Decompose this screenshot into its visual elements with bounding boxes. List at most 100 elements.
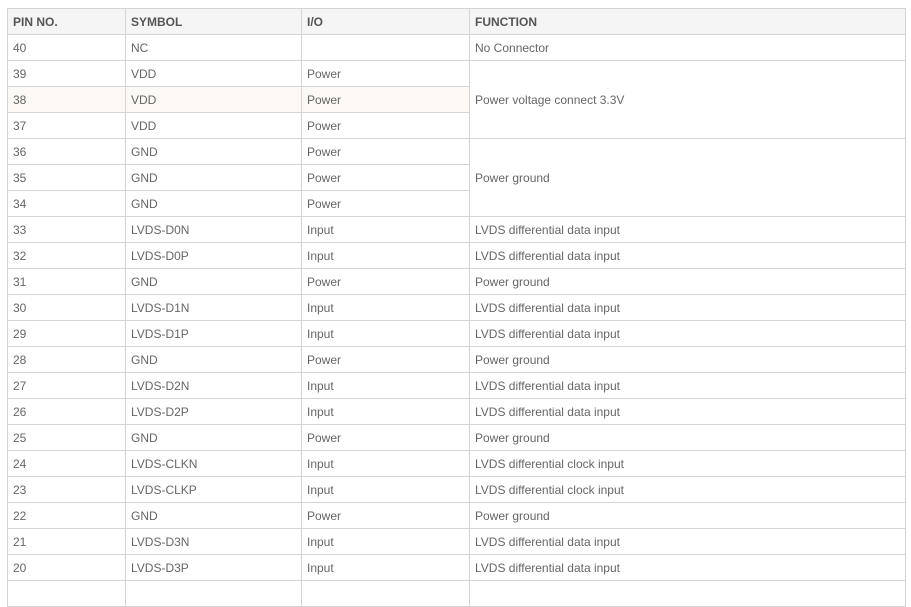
table-header-row: PIN NO. SYMBOL I/O FUNCTION <box>7 8 906 35</box>
function-cell: LVDS differential data input <box>469 216 906 243</box>
io-cell: Power <box>301 424 470 451</box>
pin-cell: 26 <box>7 398 126 425</box>
pin-table-container: PIN NO. SYMBOL I/O FUNCTION 40 NC No Con… <box>7 8 906 607</box>
pin-definition-table: PIN NO. SYMBOL I/O FUNCTION 40 NC No Con… <box>7 8 906 607</box>
symbol-cell: GND <box>125 268 302 295</box>
pin-cell: 21 <box>7 528 126 555</box>
io-cell: Power <box>301 346 470 373</box>
pin-cell: 38 <box>7 86 126 113</box>
symbol-cell: LVDS-D2N <box>125 372 302 399</box>
function-cell <box>469 580 906 607</box>
table-row-partial <box>7 580 906 607</box>
pin-cell: 30 <box>7 294 126 321</box>
table-row: 29 LVDS-D1P Input LVDS differential data… <box>7 320 906 347</box>
function-cell: Power ground <box>469 502 906 529</box>
function-cell: LVDS differential data input <box>469 294 906 321</box>
symbol-cell: VDD <box>125 86 302 113</box>
table-row: 20 LVDS-D3P Input LVDS differential data… <box>7 554 906 581</box>
function-cell: Power ground <box>469 346 906 373</box>
pin-cell: 40 <box>7 34 126 61</box>
function-cell: Power ground <box>469 268 906 295</box>
table-row: 23 LVDS-CLKP Input LVDS differential clo… <box>7 476 906 503</box>
table-row: 26 LVDS-D2P Input LVDS differential data… <box>7 398 906 425</box>
symbol-cell: LVDS-D1N <box>125 294 302 321</box>
io-cell <box>301 34 470 61</box>
table-row: 22 GND Power Power ground <box>7 502 906 529</box>
table-row: 27 LVDS-D2N Input LVDS differential data… <box>7 372 906 399</box>
io-cell: Power <box>301 86 470 113</box>
io-cell <box>301 580 470 607</box>
symbol-cell: GND <box>125 424 302 451</box>
io-cell: Power <box>301 502 470 529</box>
io-cell: Power <box>301 112 470 139</box>
symbol-cell: VDD <box>125 112 302 139</box>
pin-cell: 23 <box>7 476 126 503</box>
function-cell: Power ground <box>469 138 906 217</box>
symbol-cell: VDD <box>125 60 302 87</box>
io-cell: Power <box>301 190 470 217</box>
pin-cell: 34 <box>7 190 126 217</box>
pin-cell: 28 <box>7 346 126 373</box>
symbol-cell: LVDS-CLKN <box>125 450 302 477</box>
pin-cell: 36 <box>7 138 126 165</box>
table-row: 25 GND Power Power ground <box>7 424 906 451</box>
table-body: 40 NC No Connector 39 VDD Power Power vo… <box>7 34 906 607</box>
pin-cell: 39 <box>7 60 126 87</box>
symbol-cell: GND <box>125 502 302 529</box>
io-cell: Input <box>301 320 470 347</box>
function-cell: Power voltage connect 3.3V <box>469 60 906 139</box>
pin-cell: 32 <box>7 242 126 269</box>
io-cell: Input <box>301 216 470 243</box>
header-symbol: SYMBOL <box>125 8 302 35</box>
symbol-cell: GND <box>125 346 302 373</box>
function-cell: No Connector <box>469 34 906 61</box>
table-row: 39 VDD Power Power voltage connect 3.3V <box>7 60 906 139</box>
io-cell: Input <box>301 398 470 425</box>
function-cell: LVDS differential data input <box>469 372 906 399</box>
io-cell: Input <box>301 294 470 321</box>
io-cell: Input <box>301 528 470 555</box>
io-cell: Input <box>301 450 470 477</box>
io-cell: Power <box>301 60 470 87</box>
symbol-cell: LVDS-D0N <box>125 216 302 243</box>
function-cell: LVDS differential clock input <box>469 450 906 477</box>
pin-cell: 25 <box>7 424 126 451</box>
pin-cell: 31 <box>7 268 126 295</box>
io-cell: Power <box>301 138 470 165</box>
io-cell: Input <box>301 242 470 269</box>
function-cell: LVDS differential data input <box>469 320 906 347</box>
header-pin-no: PIN NO. <box>7 8 126 35</box>
symbol-cell: GND <box>125 164 302 191</box>
header-io: I/O <box>301 8 470 35</box>
symbol-cell: GND <box>125 190 302 217</box>
pin-cell: 22 <box>7 502 126 529</box>
io-cell: Input <box>301 372 470 399</box>
symbol-cell: LVDS-D3P <box>125 554 302 581</box>
pin-cell: 33 <box>7 216 126 243</box>
io-cell: Input <box>301 476 470 503</box>
io-cell: Power <box>301 164 470 191</box>
symbol-cell: GND <box>125 138 302 165</box>
function-cell: Power ground <box>469 424 906 451</box>
symbol-cell <box>125 580 302 607</box>
symbol-cell: LVDS-CLKP <box>125 476 302 503</box>
pin-cell: 35 <box>7 164 126 191</box>
pin-cell: 27 <box>7 372 126 399</box>
pin-cell: 29 <box>7 320 126 347</box>
table-row: 30 LVDS-D1N Input LVDS differential data… <box>7 294 906 321</box>
symbol-cell: LVDS-D0P <box>125 242 302 269</box>
function-cell: LVDS differential data input <box>469 554 906 581</box>
symbol-cell: NC <box>125 34 302 61</box>
table-row: 32 LVDS-D0P Input LVDS differential data… <box>7 242 906 269</box>
table-row: 40 NC No Connector <box>7 34 906 61</box>
table-row: 28 GND Power Power ground <box>7 346 906 373</box>
symbol-cell: LVDS-D1P <box>125 320 302 347</box>
symbol-cell: LVDS-D2P <box>125 398 302 425</box>
symbol-cell: LVDS-D3N <box>125 528 302 555</box>
pin-cell: 37 <box>7 112 126 139</box>
pin-cell <box>7 580 126 607</box>
table-row: 33 LVDS-D0N Input LVDS differential data… <box>7 216 906 243</box>
function-cell: LVDS differential clock input <box>469 476 906 503</box>
table-row: 31 GND Power Power ground <box>7 268 906 295</box>
function-cell: LVDS differential data input <box>469 242 906 269</box>
